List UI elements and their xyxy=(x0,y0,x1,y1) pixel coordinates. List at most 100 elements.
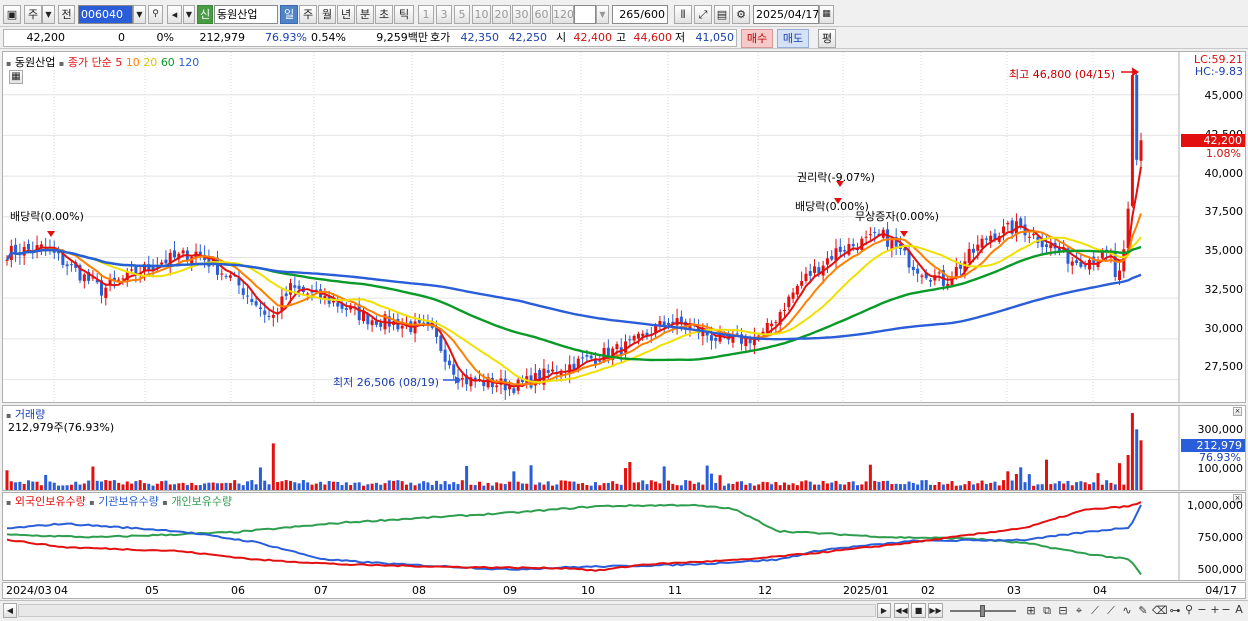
volume-bar xyxy=(692,483,696,490)
interval-120-button[interactable]: 120 xyxy=(552,5,574,24)
horizontal-scrollbar[interactable] xyxy=(18,604,876,617)
speaker-dropdown-icon[interactable]: ▼ xyxy=(183,5,195,24)
save-icon[interactable]: ▤ xyxy=(714,5,730,24)
volume-bar xyxy=(331,481,335,490)
candle-type-icon[interactable]: ⫴ xyxy=(674,5,692,24)
volume-bar xyxy=(778,485,782,490)
font-smaller-icon[interactable]: − xyxy=(1220,603,1232,616)
close-icon[interactable]: × xyxy=(1233,407,1242,416)
gear-icon[interactable]: ⚙ xyxy=(732,5,750,24)
price-pane[interactable]: ▪ 동원산업 ▪ 종가 단순 5 10 20 60 120 ▦ LC:59.21… xyxy=(2,51,1246,403)
candle-body xyxy=(662,321,666,326)
period-tick-button[interactable]: 틱 xyxy=(394,5,414,24)
volume-bar xyxy=(1062,483,1066,490)
buy-button[interactable]: 매수 xyxy=(741,29,773,48)
volume-chart[interactable] xyxy=(3,406,1245,490)
candle-body xyxy=(825,258,829,265)
candle-body xyxy=(971,248,975,253)
volume-bar xyxy=(1109,482,1113,490)
link-icon[interactable]: ⊶ xyxy=(1168,604,1182,617)
count-input[interactable]: 265/600 xyxy=(612,5,668,24)
interval-60-button[interactable]: 60 xyxy=(532,5,551,24)
hold-tick-500000: 500,000 xyxy=(1197,563,1244,576)
interval-1-button[interactable]: 1 xyxy=(418,5,434,24)
period-year-button[interactable]: 년 xyxy=(337,5,355,24)
scroll-right-icon[interactable]: ▶ xyxy=(877,603,891,618)
candle-body xyxy=(254,301,258,306)
magnifier-icon[interactable]: ⚲ xyxy=(1182,603,1196,616)
volume-bar xyxy=(941,484,945,490)
volume-bar xyxy=(409,482,413,490)
unit-select[interactable]: 주 xyxy=(24,5,42,24)
font-size-icon[interactable]: A xyxy=(1233,603,1245,616)
interval-5-button[interactable]: 5 xyxy=(454,5,470,24)
volume-bar xyxy=(392,480,396,490)
period-second-button[interactable]: 초 xyxy=(375,5,393,24)
play-icon[interactable]: ▶▶ xyxy=(928,603,943,618)
window-split-icon[interactable]: ⊟ xyxy=(1056,604,1070,617)
candle-body xyxy=(362,311,366,322)
volume-bar xyxy=(177,483,181,490)
scroll-left-icon[interactable]: ◀ xyxy=(3,603,17,618)
date-input[interactable]: 2025/04/17 xyxy=(753,5,819,24)
copy-icon[interactable]: ⧉ xyxy=(1040,604,1054,618)
volume-bar xyxy=(585,485,589,490)
erase-icon[interactable]: ⌫ xyxy=(1152,604,1168,617)
crosshair-icon[interactable]: ⌖ xyxy=(1072,604,1086,618)
candle-body xyxy=(224,275,228,277)
candle-body xyxy=(164,259,168,264)
speaker-icon[interactable]: ◂ xyxy=(167,5,182,24)
candle-body xyxy=(864,236,868,238)
interval-30-button[interactable]: 30 xyxy=(512,5,531,24)
rewind-icon[interactable]: ◀◀ xyxy=(894,603,909,618)
period-minute-button[interactable]: 분 xyxy=(356,5,374,24)
candle-body xyxy=(804,273,808,281)
volume-bar xyxy=(804,480,808,490)
price-chart[interactable] xyxy=(3,52,1245,402)
holdings-pane[interactable]: ▪ 외국인보유수량 ▪ 기관보유수량 ▪ 개인보유수량 × 1,000,000 … xyxy=(2,492,1246,581)
interval-10-button[interactable]: 10 xyxy=(472,5,491,24)
calendar-icon[interactable]: ▦ xyxy=(819,5,834,24)
candle-body xyxy=(709,335,713,341)
stock-code-input[interactable]: 006040 xyxy=(78,5,133,24)
zoom-slider-handle[interactable] xyxy=(980,605,985,617)
volume-bar xyxy=(168,484,172,490)
legend-square-icon: ▪ xyxy=(6,498,12,507)
period-day-button[interactable]: 일 xyxy=(280,5,298,24)
candle-body xyxy=(331,300,335,303)
zoom-out-icon[interactable]: − xyxy=(1196,603,1208,616)
holdings-legend: ▪ 외국인보유수량 ▪ 기관보유수량 ▪ 개인보유수량 xyxy=(6,493,232,509)
candle-body xyxy=(843,250,847,252)
interval-dropdown-icon[interactable]: ▼ xyxy=(596,5,609,24)
search-icon[interactable]: ⚲ xyxy=(148,5,163,24)
volume-bar xyxy=(254,484,258,490)
volume-bar xyxy=(439,484,443,490)
zoom-fit-icon[interactable]: ⤢ xyxy=(694,5,712,24)
fibonacci-icon[interactable]: ⟋ xyxy=(1104,604,1118,618)
candle-body xyxy=(400,325,404,329)
volume-bar xyxy=(396,480,400,490)
volume-bar xyxy=(628,462,632,490)
window-icon[interactable]: ▣ xyxy=(3,5,21,24)
interval-20-button[interactable]: 20 xyxy=(492,5,511,24)
volume-bar xyxy=(989,482,993,490)
grid-toggle-icon[interactable]: ▦ xyxy=(9,70,23,84)
pattern-icon[interactable]: ∿ xyxy=(1120,604,1134,617)
prev-button[interactable]: 전 xyxy=(58,5,75,24)
period-month-button[interactable]: 월 xyxy=(318,5,336,24)
sell-button[interactable]: 매도 xyxy=(777,29,809,48)
code-dropdown-icon[interactable]: ▼ xyxy=(133,5,146,24)
eval-button[interactable]: 평 xyxy=(818,29,836,48)
chevron-down-icon[interactable]: ▼ xyxy=(42,5,55,24)
stop-icon[interactable]: ■ xyxy=(911,603,926,618)
stock-name-field[interactable]: 동원산업 xyxy=(214,5,278,24)
interval-3-button[interactable]: 3 xyxy=(436,5,452,24)
candle-body xyxy=(284,293,288,297)
trendline-icon[interactable]: ⟋ xyxy=(1088,604,1102,618)
interval-input[interactable] xyxy=(574,5,596,24)
layout-icon[interactable]: ⊞ xyxy=(1024,604,1038,617)
period-week-button[interactable]: 주 xyxy=(299,5,317,24)
volume-pane[interactable]: ▪ 거래량 212,979주(76.93%) × 300,000 212,979… xyxy=(2,405,1246,491)
volume-bar xyxy=(1002,480,1006,490)
draw-icon[interactable]: ✎ xyxy=(1136,604,1150,617)
